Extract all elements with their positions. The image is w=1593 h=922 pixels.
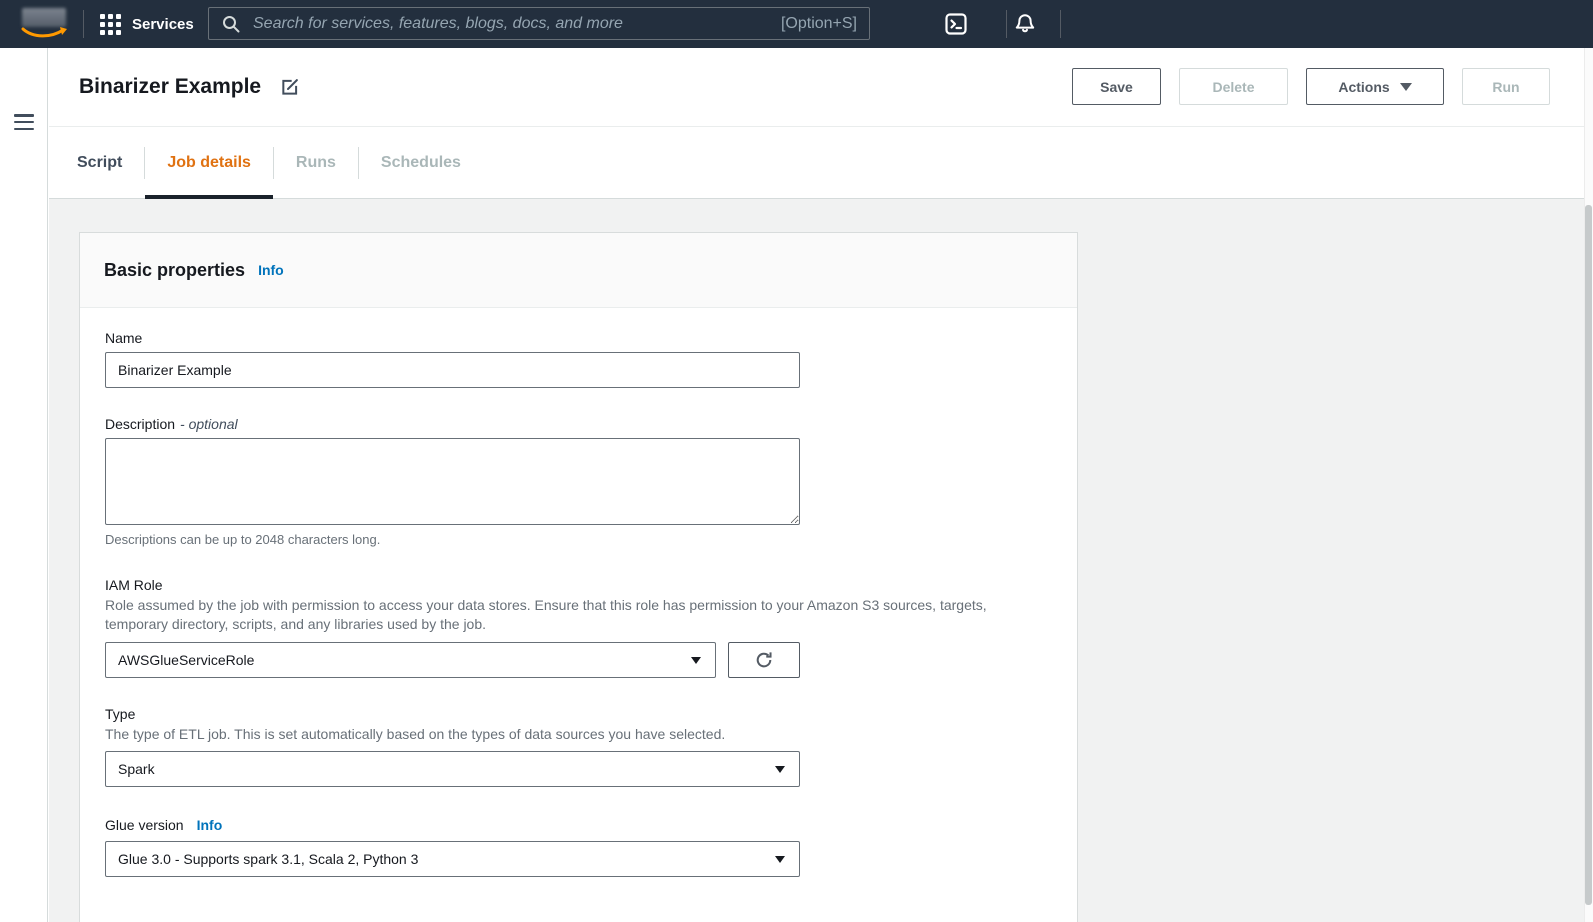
aws-logo[interactable] xyxy=(21,7,69,41)
refresh-icon xyxy=(755,651,773,669)
iam-role-label: IAM Role xyxy=(105,577,1052,593)
global-search-input[interactable] xyxy=(251,14,781,34)
cloudshell-terminal-icon xyxy=(944,12,968,36)
job-tabs: Script Job details Runs Schedules xyxy=(49,127,1593,199)
services-grid-icon xyxy=(100,14,121,35)
aws-logo-blur xyxy=(22,8,66,27)
description-textarea[interactable] xyxy=(105,438,800,525)
job-header: Binarizer Example Save Delete Actions Ru… xyxy=(49,48,1593,127)
actions-dropdown-button[interactable]: Actions xyxy=(1306,68,1444,105)
type-description: The type of ETL job. This is set automat… xyxy=(105,725,1005,744)
description-label-text: Description xyxy=(105,416,175,432)
run-button[interactable]: Run xyxy=(1462,68,1550,105)
iam-role-selected-value: AWSGlueServiceRole xyxy=(118,652,254,668)
tab-script[interactable]: Script xyxy=(55,127,144,198)
collapsed-side-navigation xyxy=(0,48,48,922)
save-button[interactable]: Save xyxy=(1072,68,1161,105)
vertical-scrollbar-track[interactable] xyxy=(1584,48,1593,922)
description-optional-suffix: - optional xyxy=(180,416,238,432)
actions-label: Actions xyxy=(1338,79,1389,95)
basic-properties-info-link[interactable]: Info xyxy=(258,262,284,278)
name-input[interactable] xyxy=(105,352,800,388)
open-side-menu-button[interactable] xyxy=(14,114,34,130)
page-title: Binarizer Example xyxy=(79,75,261,99)
glue-version-info-link[interactable]: Info xyxy=(197,817,223,833)
chevron-down-icon xyxy=(691,657,701,664)
notifications-button[interactable] xyxy=(1013,12,1037,36)
type-selected-value: Spark xyxy=(118,761,155,777)
refresh-iam-roles-button[interactable] xyxy=(728,642,800,678)
description-helper-text: Descriptions can be up to 2048 character… xyxy=(105,532,1052,547)
basic-properties-panel: Basic properties Info Name Description -… xyxy=(79,232,1078,922)
basic-properties-header: Basic properties Info xyxy=(80,233,1077,308)
type-label: Type xyxy=(105,706,1052,722)
services-label: Services xyxy=(132,16,194,33)
glue-version-label: Glue version Info xyxy=(105,817,1052,833)
panel-title: Basic properties xyxy=(104,260,245,281)
basic-properties-body: Name Description - optional Descriptions… xyxy=(80,330,1077,877)
glue-version-selected-value: Glue 3.0 - Supports spark 3.1, Scala 2, … xyxy=(118,851,418,867)
tab-job-details-label: Job details xyxy=(167,154,251,172)
name-label: Name xyxy=(105,330,1052,346)
glue-version-select[interactable]: Glue 3.0 - Supports spark 3.1, Scala 2, … xyxy=(105,841,800,877)
bell-icon xyxy=(1013,12,1037,36)
header-action-buttons: Save Delete Actions Run xyxy=(1072,68,1550,105)
aws-smile-icon xyxy=(21,27,69,41)
topbar-divider xyxy=(1060,10,1061,38)
topbar-divider xyxy=(83,10,84,38)
description-label: Description - optional xyxy=(105,416,1052,432)
tab-job-details[interactable]: Job details xyxy=(145,127,273,198)
search-keyboard-shortcut: [Option+S] xyxy=(781,15,857,33)
iam-role-description: Role assumed by the job with permission … xyxy=(105,596,1005,634)
vertical-scrollbar-thumb[interactable] xyxy=(1585,205,1592,905)
type-select[interactable]: Spark xyxy=(105,751,800,787)
chevron-down-icon xyxy=(775,856,785,863)
topbar-divider xyxy=(1006,10,1007,38)
services-menu-button[interactable]: Services xyxy=(100,0,194,48)
iam-role-select[interactable]: AWSGlueServiceRole xyxy=(105,642,716,678)
tab-runs[interactable]: Runs xyxy=(274,127,358,198)
cloudshell-button[interactable] xyxy=(944,12,968,36)
job-details-content: Basic properties Info Name Description -… xyxy=(49,199,1593,922)
glue-version-label-text: Glue version xyxy=(105,817,184,833)
chevron-down-icon xyxy=(1400,83,1412,91)
tab-schedules[interactable]: Schedules xyxy=(359,127,483,198)
iam-role-row: AWSGlueServiceRole xyxy=(105,642,1052,678)
edit-title-icon[interactable] xyxy=(280,77,300,97)
global-search-bar[interactable]: [Option+S] xyxy=(208,7,870,40)
search-icon xyxy=(221,14,241,34)
aws-top-navbar: Services [Option+S] xyxy=(0,0,1593,48)
delete-button[interactable]: Delete xyxy=(1179,68,1288,105)
chevron-down-icon xyxy=(775,766,785,773)
